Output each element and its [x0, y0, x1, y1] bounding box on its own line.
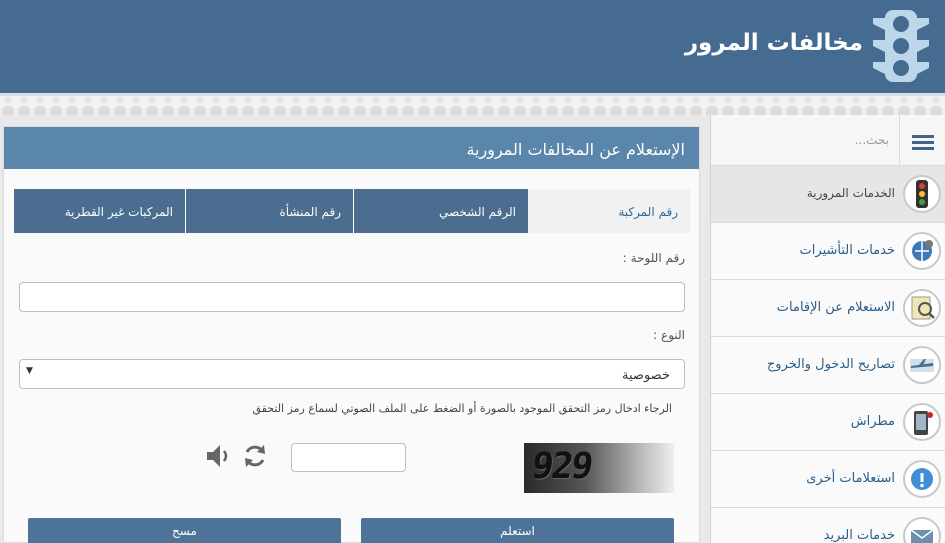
refresh-captcha-icon[interactable] [240, 441, 270, 471]
sidebar-item-label: خدمات البريد [823, 528, 895, 543]
plate-label: رقم اللوحة : [622, 251, 685, 265]
inquiry-tabs: رقم المركبة الرقم الشخصي رقم المنشأة الم… [14, 189, 690, 233]
audio-captcha-icon[interactable] [204, 441, 234, 471]
vehicle-type-select[interactable]: خصوصية ▼ [19, 359, 685, 389]
captcha-image: 929 [524, 443, 674, 493]
sidebar-item-other-inquiries[interactable]: استعلامات أخرى [711, 451, 945, 508]
tab-vehicle-number[interactable]: رقم المركبة [528, 189, 690, 233]
magnifier-icon [903, 289, 941, 327]
clear-button[interactable]: مسح [28, 518, 341, 543]
sidebar-item-mail-services[interactable]: خدمات البريد [711, 508, 945, 543]
search-input[interactable]: بحث... [855, 133, 889, 147]
info-icon [903, 460, 941, 498]
sidebar-item-label: خدمات التأشيرات [799, 243, 895, 258]
traffic-light-icon [903, 175, 941, 213]
panel-title: الإستعلام عن المخالفات المرورية [4, 127, 699, 169]
sidebar-item-label: الخدمات المرورية [806, 186, 895, 200]
traffic-light-logo-icon [871, 8, 931, 84]
phone-icon [903, 403, 941, 441]
tab-establishment-number[interactable]: رقم المنشأة [185, 189, 353, 233]
app-header: مخالفات المرور [0, 0, 945, 93]
plate-number-input[interactable] [19, 282, 685, 312]
sidebar-item-label: تصاريح الدخول والخروج [766, 357, 895, 372]
type-label: النوع : [653, 328, 685, 342]
mail-icon [903, 517, 941, 543]
captcha-image-text: 929 [529, 446, 594, 487]
inquiry-panel: الإستعلام عن المخالفات المرورية رقم المر… [3, 126, 700, 543]
tab-non-qatari-vehicles[interactable]: المركبات غير القطرية [14, 189, 185, 233]
page-title: مخالفات المرور [684, 30, 863, 56]
sidebar: بحث... الخدمات المرورية خدمات التأشيرات … [710, 115, 945, 543]
captcha-input[interactable] [291, 443, 406, 472]
menu-button[interactable] [899, 115, 945, 166]
sidebar-item-residency-inquiry[interactable]: الاستعلام عن الإقامات [711, 280, 945, 337]
airplane-icon [903, 346, 941, 384]
captcha-hint: الرجاء ادخال رمز التحقق الموجود بالصورة … [252, 402, 672, 415]
globe-icon [903, 232, 941, 270]
sidebar-search[interactable]: بحث... [711, 115, 945, 166]
vehicle-type-value: خصوصية [622, 368, 670, 383]
sidebar-item-label: الاستعلام عن الإقامات [776, 300, 895, 315]
submit-button[interactable]: استعلم [361, 518, 674, 543]
decorative-band [0, 93, 945, 115]
tab-personal-number[interactable]: الرقم الشخصي [353, 189, 528, 233]
sidebar-item-label: استعلامات أخرى [806, 471, 895, 486]
dropdown-arrow-icon: ▼ [26, 366, 33, 376]
sidebar-item-metrash[interactable]: مطراش [711, 394, 945, 451]
sidebar-item-entry-exit-permits[interactable]: تصاريح الدخول والخروج [711, 337, 945, 394]
sidebar-item-traffic-services[interactable]: الخدمات المرورية [711, 166, 945, 223]
sidebar-item-visa-services[interactable]: خدمات التأشيرات [711, 223, 945, 280]
sidebar-item-label: مطراش [850, 414, 895, 429]
